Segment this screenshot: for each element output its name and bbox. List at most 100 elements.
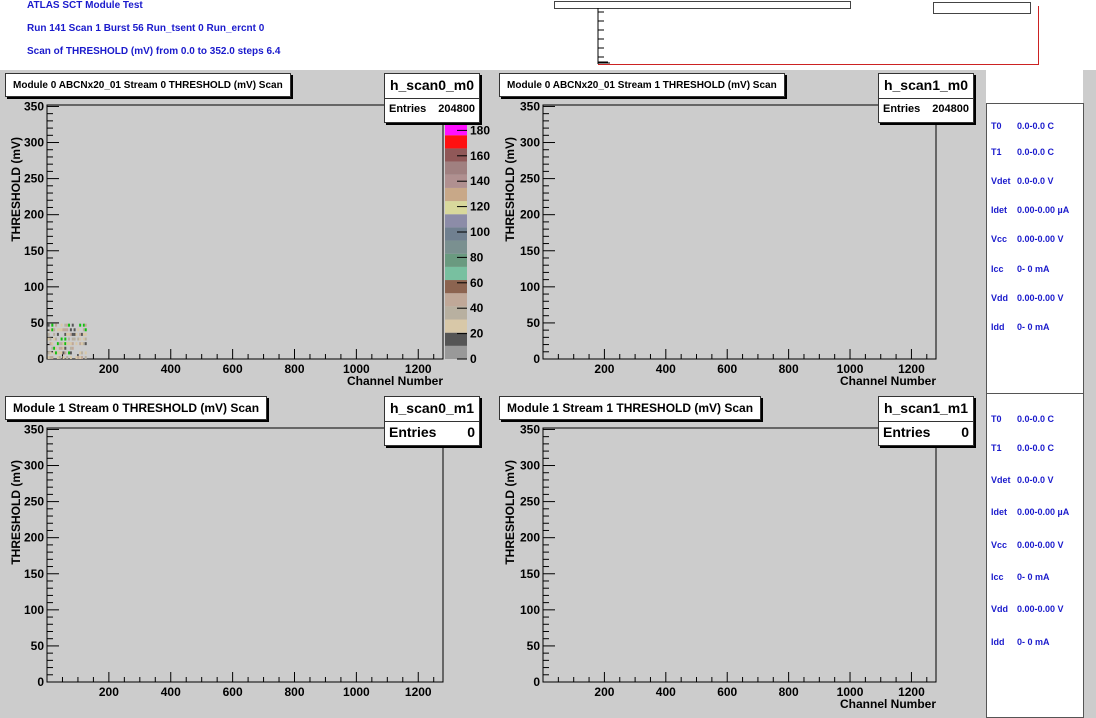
hist-name: h_scan1_m0	[879, 74, 973, 99]
y-tick-label: 150	[520, 244, 540, 258]
y-tick-label: 300	[520, 136, 540, 150]
heatmap-cell	[66, 356, 69, 359]
palette-swatch	[445, 122, 467, 136]
heatmap-cell	[47, 356, 50, 359]
heatmap-cell	[55, 337, 58, 341]
heatmap-cell	[62, 328, 65, 332]
x-tick-label: 600	[717, 362, 737, 376]
palette-swatch	[445, 227, 467, 241]
heatmap-cell	[47, 351, 50, 355]
heatmap-cell	[60, 351, 63, 355]
monitor-row-t1: T1 0.0-0.0 C	[991, 443, 1054, 453]
entries-value: 0	[467, 424, 475, 440]
palette-swatch	[445, 240, 467, 254]
monitor-value: 0- 0 mA	[1017, 572, 1050, 582]
x-tick-label: 1200	[405, 685, 432, 699]
heatmap-cell	[82, 323, 85, 327]
y-tick-label: 150	[520, 567, 540, 581]
stats-box-m1-s1: h_scan1_m1 Entries 0	[878, 396, 974, 446]
entries-label: Entries	[389, 424, 437, 440]
monitor-value: 0.0-0.0 C	[1017, 147, 1055, 157]
stats-box-m0-s0: h_scan0_m0 Entries 204800	[384, 73, 480, 123]
heatmap-cell	[71, 323, 74, 327]
palette-tick-label: 180	[470, 123, 490, 137]
monitor-label: Vcc	[991, 540, 1008, 550]
monitor-value: 0.0-0.0 C	[1017, 121, 1055, 131]
heatmap-cell	[64, 328, 67, 332]
monitor-label: Vdd	[991, 293, 1008, 303]
heatmap-cell	[60, 328, 63, 332]
heatmap-cell	[79, 342, 82, 346]
palette-swatch	[445, 293, 467, 307]
monitor-label: Vdet	[991, 475, 1011, 485]
monitor-label: T0	[991, 121, 1002, 131]
heatmap-cell	[71, 337, 74, 341]
summary-minipad	[548, 0, 1042, 70]
palette-tick-label: 0	[470, 352, 477, 366]
heatmap-cell	[68, 323, 71, 327]
heatmap-cell	[60, 337, 63, 341]
plot-frame	[46, 104, 444, 360]
heatmap-cell	[49, 328, 52, 332]
palette-swatch	[445, 161, 467, 175]
monitor-value: 0.00-0.00 V	[1017, 540, 1064, 550]
header: ATLAS SCT Module Test Run 141 Scan 1 Bur…	[0, 0, 548, 70]
monitor-label: Idd	[991, 322, 1005, 332]
heatmap-cell	[69, 342, 72, 346]
palette-tick-label: 120	[470, 200, 490, 214]
heatmap-cell	[79, 356, 82, 359]
monitor-row-t0: T0 0.0-0.0 C	[991, 121, 1054, 131]
x-axis-label: Channel Number	[840, 697, 936, 711]
x-tick-label: 800	[779, 685, 799, 699]
plot-m0-s0: 200 400 600 800 1000 1200 0 50 100 150 200 250 300 35…	[0, 97, 494, 392]
palette-swatch	[445, 345, 467, 359]
monitor-value: 0- 0 mA	[1017, 637, 1050, 647]
monitor-row-vcc: Vcc 0.00-0.00 V	[991, 540, 1064, 550]
monitor-row-vdet: Vdet 0.0-0.0 V	[991, 176, 1054, 186]
x-tick-label: 800	[284, 685, 304, 699]
heatmap-cell	[56, 351, 59, 355]
heatmap-cell	[71, 342, 74, 346]
heatmap-cell	[82, 337, 85, 341]
monitor-label: Vdd	[991, 604, 1008, 614]
monitor-value: 0.00-0.00 V	[1017, 604, 1064, 614]
monitor-row-vdd: Vdd 0.00-0.00 V	[991, 293, 1064, 303]
y-tick-label: 200	[520, 531, 540, 545]
palette-swatch	[445, 135, 467, 149]
heatmap-cell	[55, 351, 58, 355]
monitor-label: T1	[991, 147, 1002, 157]
plot-frame	[542, 427, 937, 683]
x-tick-label: 600	[223, 685, 243, 699]
y-tick-label: 250	[24, 172, 44, 186]
heatmap-cell	[68, 332, 71, 336]
panel-title-m1-s0: Module 1 Stream 0 THRESHOLD (mV) Scan	[5, 396, 268, 420]
monitor-value: 0.0-0.0 V	[1017, 176, 1054, 186]
heatmap-cell	[79, 351, 82, 355]
heatmap-cell	[75, 332, 78, 336]
monitor-label: Vcc	[991, 234, 1008, 244]
heatmap-cell	[82, 332, 85, 336]
y-tick-label: 200	[520, 208, 540, 222]
heatmap-cell	[51, 356, 54, 359]
entries-label: Entries	[883, 103, 921, 115]
palette-swatch	[445, 319, 467, 333]
monitor-label: T1	[991, 443, 1002, 453]
panel-title-m1-s1: Module 1 Stream 1 THRESHOLD (mV) Scan	[499, 396, 762, 420]
hist-name: h_scan1_m1	[879, 397, 973, 422]
heatmap-cell	[47, 323, 50, 327]
y-tick-label: 0	[37, 675, 44, 689]
monitor-label: Idet	[991, 507, 1008, 517]
y-tick-label: 150	[24, 244, 44, 258]
y-tick-label: 100	[24, 603, 44, 617]
monitor-panel-module0: T0 0.0-0.0 C T1 0.0-0.0 C Vdet 0.0-0.0 V Idet 0…	[986, 103, 1084, 395]
heatmap-cell	[69, 346, 72, 350]
y-tick-label: 350	[24, 422, 44, 436]
y-tick-label: 0	[37, 352, 44, 366]
heatmap-cell	[71, 346, 74, 350]
x-tick-label: 200	[594, 685, 614, 699]
y-tick-label: 150	[24, 567, 44, 581]
heatmap-cell	[82, 328, 85, 332]
monitor-value: 0.00-0.00 V	[1017, 293, 1064, 303]
entries-label: Entries	[883, 424, 931, 440]
y-axis-label: THRESHOLD (mV)	[503, 137, 517, 242]
